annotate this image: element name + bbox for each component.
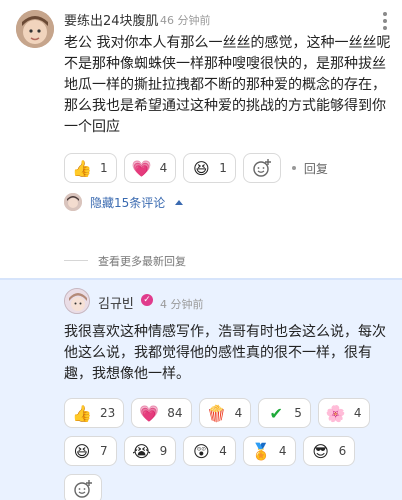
reaction-chip[interactable]: 🍿 4 — [198, 398, 252, 428]
comment-text: 我很喜欢这种情感写作，浩哥有时也会这么说，每次他这么说，我都觉得他的感性真的很不… — [64, 324, 386, 382]
avatar — [64, 193, 82, 211]
reaction-chip[interactable]: 😲 4 — [183, 436, 236, 466]
reply-button[interactable]: 回复 — [304, 160, 328, 191]
reaction-chip[interactable]: 🌸 4 — [317, 398, 371, 428]
reaction-chip[interactable]: 😎 6 — [302, 436, 356, 466]
crying-face-icon: 😭 — [132, 441, 151, 461]
comment-author[interactable]: 김규빈 — [98, 293, 134, 312]
reaction-count: 1 — [219, 161, 227, 175]
flower-icon: 🌸 — [325, 403, 346, 423]
add-reaction-button[interactable] — [242, 153, 281, 183]
thumbs-up-icon: 👍 — [72, 158, 92, 178]
reaction-chip[interactable]: 👍 23 — [64, 398, 125, 428]
reaction-count: 23 — [100, 406, 116, 420]
check-icon: ✔ — [269, 403, 283, 423]
reaction-count: 4 — [234, 406, 243, 420]
separator-dot — [291, 166, 296, 170]
comment-time: 46 分钟前 — [160, 14, 211, 27]
reaction-chip[interactable]: 💗 84 — [131, 398, 192, 428]
add-emoji-icon — [74, 480, 92, 498]
thumbs-up-icon: 👍 — [72, 403, 92, 423]
popcorn-icon: 🍿 — [206, 403, 227, 423]
reaction-chip[interactable]: 💗 4 — [123, 153, 177, 183]
laughing-ghost-icon: 😆 — [192, 158, 210, 178]
reaction-count: 1 — [100, 161, 108, 175]
reaction-count: 84 — [167, 406, 183, 420]
reaction-count: 4 — [159, 161, 168, 175]
reaction-chip[interactable]: 😭 9 — [123, 436, 177, 466]
reaction-count: 4 — [219, 444, 227, 458]
reaction-chip[interactable]: 😆 7 — [64, 436, 117, 466]
avatar[interactable] — [16, 10, 54, 48]
reaction-count: 4 — [278, 444, 287, 458]
surprised-ghost-icon: 😲 — [192, 441, 210, 461]
reaction-count: 9 — [159, 444, 168, 458]
hide-replies-label: 隐藏15条评论 — [90, 195, 166, 210]
reaction-count: 6 — [338, 444, 347, 458]
reaction-count: 7 — [100, 444, 108, 458]
comment-time: 4 分钟前 — [160, 298, 204, 311]
laughing-face-icon: 😆 — [73, 441, 91, 461]
reaction-bar: 👍 1 💗 4 😆 1 回复 — [64, 153, 400, 191]
load-more-label: 查看更多最新回复 — [98, 255, 186, 268]
heart-icon: 💗 — [131, 158, 152, 178]
comment-text: 老公 我对你本人有那么一丝丝的感觉，这种一丝丝呢不是那种像蜘蛛侠一样那种嗖嗖很快… — [64, 35, 391, 135]
verified-icon: ✓ — [141, 294, 153, 306]
reaction-chip[interactable]: ✔ 5 — [258, 398, 311, 428]
medal-icon: 🏅 — [250, 441, 271, 461]
comment-item: 要练出24块腹肌 46 分钟前 老公 我对你本人有那么一丝丝的感觉，这种一丝丝呢… — [0, 0, 402, 246]
reaction-chip[interactable]: 👍 1 — [64, 153, 117, 183]
cool-face-icon: 😎 — [312, 441, 329, 461]
heart-icon: 💗 — [139, 403, 160, 423]
reaction-chip[interactable]: 😆 1 — [183, 153, 236, 183]
add-reaction-button[interactable] — [64, 474, 102, 500]
load-more-replies[interactable]: 查看更多最新回复 — [0, 248, 402, 274]
hide-replies-toggle[interactable]: 隐藏15条评论 — [64, 193, 184, 211]
reaction-chip[interactable]: 🏅 4 — [242, 436, 296, 466]
reaction-count: 5 — [294, 406, 302, 420]
reaction-count: 4 — [353, 406, 362, 420]
avatar[interactable] — [64, 288, 90, 314]
more-options-icon[interactable] — [382, 10, 388, 30]
comment-author[interactable]: 要练出24块腹肌 — [64, 10, 159, 29]
add-emoji-icon — [253, 159, 271, 177]
divider — [64, 260, 88, 261]
chevron-up-icon — [175, 199, 184, 205]
reply-item: 김규빈 ✓ 4 分钟前 我很喜欢这种情感写作，浩哥有时也会这么说，每次他这么说，… — [0, 278, 402, 500]
reaction-bar: 👍 23 💗 84 🍿 4 ✔ 5 🌸 4 😆 7 😭 9 😲 4 🏅 4 😎 … — [64, 398, 400, 500]
